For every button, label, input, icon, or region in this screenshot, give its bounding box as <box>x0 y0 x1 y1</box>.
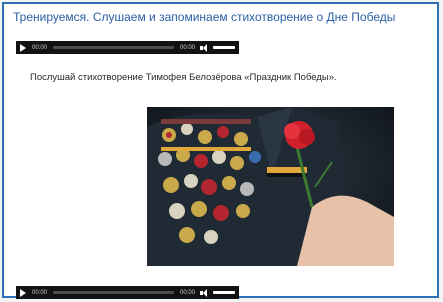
play-icon[interactable] <box>20 43 26 52</box>
volume-icon[interactable] <box>200 288 207 297</box>
lesson-card: Тренируемся. Слушаем и запоминаем стихот… <box>2 2 439 299</box>
play-icon[interactable] <box>20 288 26 297</box>
lesson-title: Тренируемся. Слушаем и запоминаем стихот… <box>13 10 396 24</box>
progress-rail[interactable] <box>53 46 174 49</box>
duration-time: 00:00 <box>179 289 195 296</box>
instruction-text: Послушай стихотворение Тимофея Белозёров… <box>30 72 337 83</box>
audio-player-2[interactable]: 00:00 00:00 <box>16 286 239 299</box>
current-time: 00:00 <box>32 289 48 296</box>
lesson-photo <box>147 107 394 266</box>
current-time: 00:00 <box>32 44 48 51</box>
volume-slider[interactable] <box>213 291 235 294</box>
progress-rail[interactable] <box>53 291 174 294</box>
volume-icon[interactable] <box>200 43 207 52</box>
audio-player[interactable]: 00:00 00:00 <box>16 41 239 54</box>
veteran-medals-image <box>147 107 394 266</box>
duration-time: 00:00 <box>179 44 195 51</box>
volume-slider[interactable] <box>213 46 235 49</box>
